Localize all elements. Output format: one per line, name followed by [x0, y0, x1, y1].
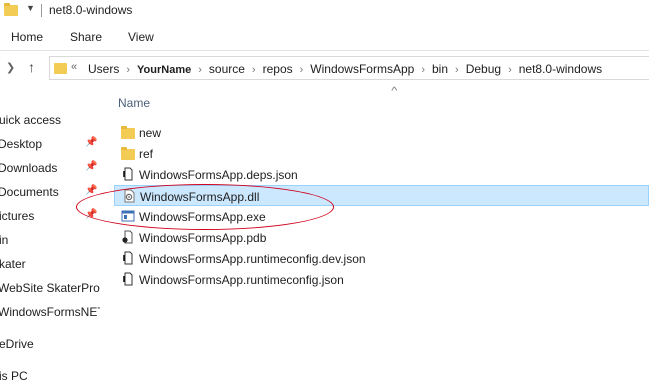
folder-icon — [121, 147, 135, 160]
window-title: net8.0-windows — [49, 3, 133, 17]
pin-icon: 📌 — [85, 137, 98, 148]
pdb-file-icon — [122, 230, 133, 244]
file-name: WindowsFormsApp.exe — [139, 210, 266, 224]
title-bar: ▼ net8.0-windows — [0, 0, 649, 22]
file-name: WindowsFormsApp.deps.json — [139, 168, 298, 182]
sidebar-item-label: is PC — [0, 369, 28, 382]
sidebar-item-label: WebSite SkaterPro — [0, 281, 100, 295]
list-item[interactable]: ref — [114, 143, 649, 164]
tab-view[interactable]: View — [128, 30, 154, 44]
navigation-pane: uick access Desktop 📌 Downloads 📌 Document… — [0, 98, 100, 382]
tab-home[interactable]: Home — [11, 30, 43, 44]
pin-icon: 📌 — [85, 209, 98, 220]
file-name: WindowsFormsApp.runtimeconfig.dev.json — [139, 252, 366, 266]
json-file-icon — [123, 167, 133, 181]
list-item[interactable]: WindowsFormsApp.deps.json — [114, 164, 649, 185]
breadcrumb-item-repos[interactable]: repos — [263, 62, 293, 76]
up-arrow-icon[interactable]: ↑ — [28, 59, 35, 75]
chevron-right-icon[interactable]: › — [300, 64, 304, 76]
sidebar-item-label: Documents — [0, 185, 59, 199]
divider — [41, 4, 42, 17]
pin-icon: 📌 — [85, 161, 98, 172]
list-item[interactable]: WindowsFormsApp.runtimeconfig.dev.json — [114, 248, 649, 269]
folder-icon — [4, 3, 18, 16]
sidebar-item-documents[interactable]: Documents 📌 — [0, 181, 100, 203]
sidebar-item-skater[interactable]: kater — [0, 253, 100, 275]
json-file-icon — [123, 251, 133, 265]
sidebar-item-website-skaterpro[interactable]: WebSite SkaterPro — [0, 277, 100, 299]
chevron-right-icon[interactable]: › — [421, 64, 425, 76]
sidebar-item-quick-access[interactable]: uick access — [0, 109, 100, 131]
pin-icon: 📌 — [85, 185, 98, 196]
back-chevron-icon[interactable]: ❯ — [6, 61, 15, 74]
sidebar-item-bin[interactable]: in — [0, 229, 100, 251]
address-overflow-icon[interactable]: « — [71, 61, 77, 73]
chevron-right-icon[interactable]: › — [198, 64, 202, 76]
list-item[interactable]: new — [114, 122, 649, 143]
chevron-right-icon[interactable]: › — [508, 64, 512, 76]
folder-icon — [54, 63, 67, 74]
breadcrumb: Users › YourName › source › repos › WindowsForms… — [88, 62, 602, 76]
sidebar-item-label: Downloads — [0, 161, 58, 175]
sidebar-item-label: kater — [0, 257, 26, 271]
address-row: ❯ ↑ « Users › YourName › source › repos › Window… — [0, 51, 649, 87]
sidebar-item-label: WindowsFormsNET — [0, 305, 100, 319]
file-name: WindowsFormsApp.runtimeconfig.json — [139, 273, 344, 287]
sidebar-item-label: eDrive — [0, 337, 34, 351]
breadcrumb-item-debug[interactable]: Debug — [466, 62, 501, 76]
file-name: WindowsFormsApp.dll — [140, 190, 260, 204]
exe-file-icon — [121, 210, 135, 222]
json-file-icon — [123, 272, 133, 286]
sidebar-item-label: uick access — [0, 113, 62, 127]
breadcrumb-item-source[interactable]: source — [209, 62, 245, 76]
chevron-right-icon[interactable]: › — [252, 64, 256, 76]
breadcrumb-item-project[interactable]: WindowsFormsApp — [310, 62, 414, 76]
sidebar-item-onedrive[interactable]: eDrive — [0, 333, 100, 355]
breadcrumb-item-users[interactable]: Users — [88, 62, 119, 76]
ribbon: Home Share View — [0, 24, 649, 51]
list-item[interactable]: WindowsFormsApp.pdb — [114, 227, 649, 248]
file-name: new — [139, 126, 162, 140]
sidebar-item-windowsformsnet[interactable]: WindowsFormsNET — [0, 301, 100, 323]
file-name: WindowsFormsApp.pdb — [139, 231, 267, 245]
dll-file-icon — [124, 189, 135, 203]
folder-icon — [121, 126, 135, 139]
sidebar-item-this-pc[interactable]: is PC — [0, 365, 100, 382]
tab-share[interactable]: Share — [70, 30, 102, 44]
list-item-selected[interactable]: WindowsFormsApp.dll — [114, 185, 649, 206]
chevron-right-icon[interactable]: › — [126, 64, 130, 76]
breadcrumb-item-bin[interactable]: bin — [432, 62, 448, 76]
sidebar-item-pictures[interactable]: ictures 📌 — [0, 205, 100, 227]
chevron-right-icon[interactable]: › — [455, 64, 459, 76]
sidebar-item-label: ictures — [0, 209, 35, 223]
sidebar-item-downloads[interactable]: Downloads 📌 — [0, 157, 100, 179]
sidebar-item-label: Desktop — [0, 137, 43, 151]
quick-access-toolbar-dropdown-icon[interactable]: ▼ — [26, 3, 35, 13]
list-item[interactable]: WindowsFormsApp.exe — [114, 206, 649, 227]
sidebar-item-label: in — [0, 233, 9, 247]
list-item[interactable]: WindowsFormsApp.runtimeconfig.json — [114, 269, 649, 290]
address-bar[interactable]: « Users › YourName › source › repos › WindowsFor… — [49, 56, 649, 80]
file-name: ref — [139, 147, 154, 161]
sidebar-item-desktop[interactable]: Desktop 📌 — [0, 133, 100, 155]
breadcrumb-item-user[interactable]: YourName — [137, 64, 191, 76]
column-header-name[interactable]: Name — [118, 96, 150, 110]
breadcrumb-item-current[interactable]: net8.0-windows — [519, 62, 602, 76]
sort-ascending-icon: ^ — [391, 86, 398, 97]
